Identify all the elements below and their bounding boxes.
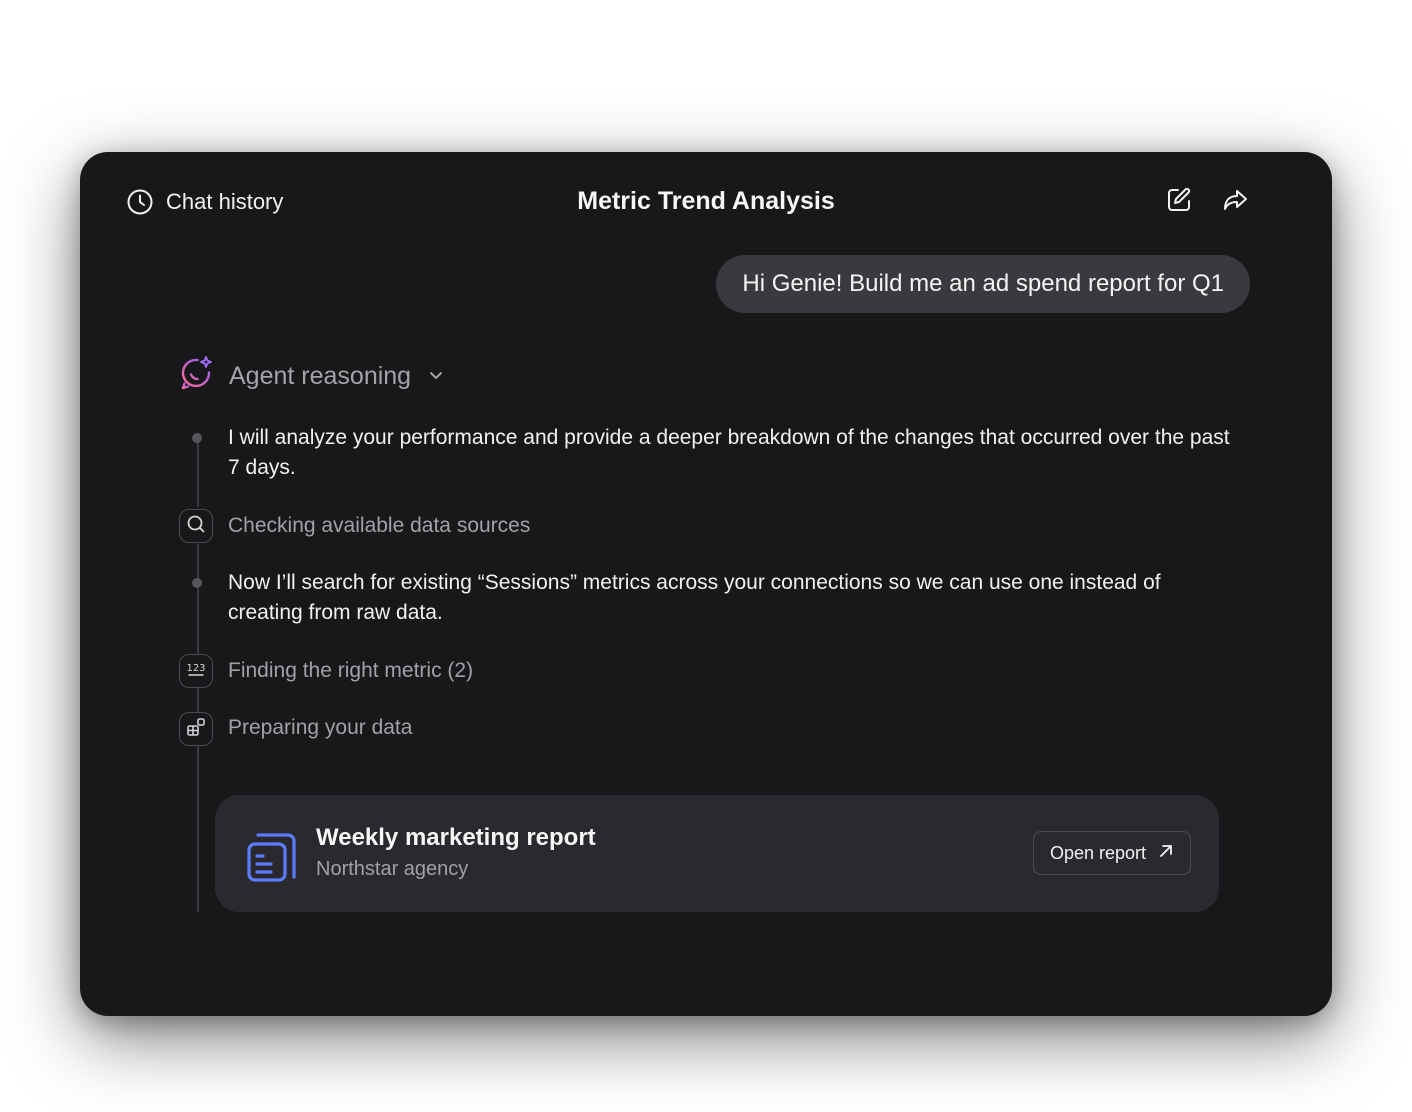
step-icon-box (179, 712, 213, 746)
timeline-line (197, 688, 199, 714)
report-card[interactable]: Weekly marketing report Northstar agency… (215, 795, 1219, 912)
search-icon (186, 514, 206, 539)
report-subtitle: Northstar agency (316, 858, 469, 880)
agent-sparkle-icon (179, 355, 215, 398)
page-stage: Chat history Metric Trend Analysis Hi Ge… (0, 0, 1412, 1112)
timeline-dot (192, 578, 202, 588)
share-icon (1221, 186, 1249, 219)
blocks-icon (185, 716, 207, 743)
open-report-label: Open report (1049, 842, 1146, 863)
reasoning-step-text: Now I’ll search for existing “Sessions” … (228, 571, 1161, 624)
timeline-line (197, 746, 199, 912)
new-chat-button[interactable] (1163, 186, 1195, 218)
reasoning-step-action: Preparing your data (228, 716, 413, 739)
svg-text:123: 123 (186, 663, 205, 674)
report-title: Weekly marketing report (316, 824, 596, 851)
edit-icon (1165, 186, 1193, 219)
timeline-dot (192, 433, 202, 443)
timeline-line (197, 544, 199, 654)
reasoning-step-text: I will analyze your performance and prov… (228, 426, 1230, 479)
agent-reasoning-label: Agent reasoning (229, 362, 412, 390)
step-icon-box (179, 509, 213, 543)
numbers-icon: 123 (184, 659, 208, 684)
chevron-down-icon (427, 362, 445, 391)
page-title: Metric Trend Analysis (577, 187, 835, 215)
reasoning-step-action: Finding the right metric (2) (228, 659, 474, 682)
user-message-bubble: Hi Genie! Build me an ad spend report fo… (716, 255, 1250, 313)
timeline-line (197, 437, 199, 507)
arrow-up-right-icon (1158, 843, 1174, 864)
agent-reasoning-toggle[interactable]: Agent reasoning (179, 355, 445, 398)
report-document-icon (245, 827, 301, 888)
open-report-button[interactable]: Open report (1032, 831, 1191, 875)
chat-window: Chat history Metric Trend Analysis Hi Ge… (80, 152, 1332, 1016)
step-icon-box: 123 (179, 654, 213, 688)
share-button[interactable] (1219, 186, 1251, 218)
reasoning-step-action: Checking available data sources (228, 514, 531, 537)
